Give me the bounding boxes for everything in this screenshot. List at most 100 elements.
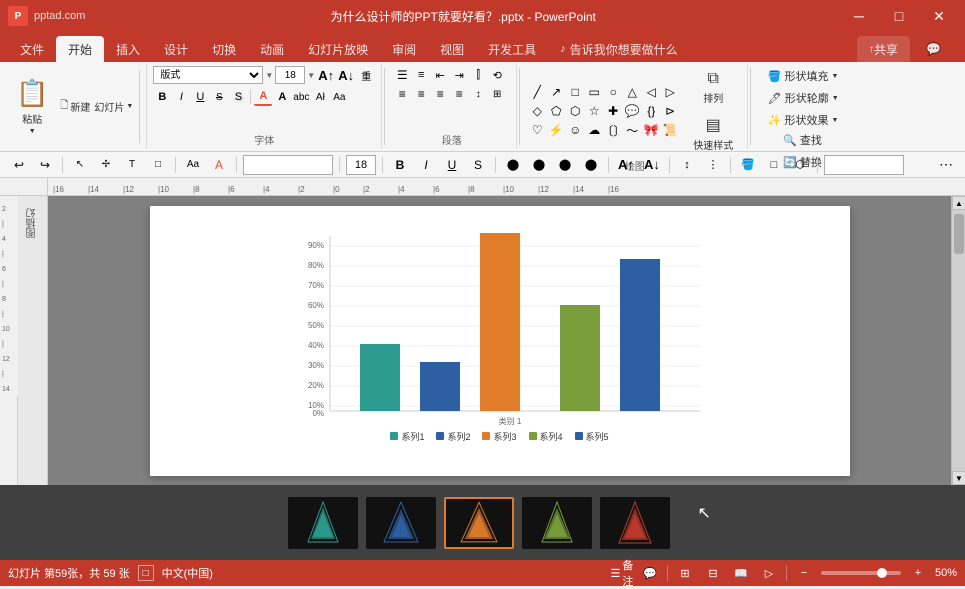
shape-diamond[interactable]: ◇ bbox=[528, 102, 546, 120]
decrease-font-button[interactable]: A↓ bbox=[337, 66, 355, 84]
scroll-track[interactable] bbox=[952, 210, 965, 471]
tab-tell-me[interactable]: ♪告诉我你想要做什么 bbox=[548, 36, 690, 62]
shape-ribbon[interactable]: 🎀 bbox=[642, 121, 660, 139]
columns-button[interactable]: ⫿ bbox=[469, 66, 487, 84]
zoom-slider[interactable] bbox=[821, 571, 901, 575]
thumbnail-2[interactable] bbox=[366, 497, 436, 549]
justify-toolbar-button[interactable]: ⬤ bbox=[580, 154, 602, 176]
aa-button[interactable]: Aa bbox=[330, 88, 348, 106]
vertical-scrollbar[interactable]: ▲ ▼ bbox=[951, 196, 965, 485]
shape-pentagon[interactable]: ⬠ bbox=[547, 102, 565, 120]
align-right-toolbar-button[interactable]: ⬤ bbox=[554, 154, 576, 176]
font-color-button[interactable]: A bbox=[254, 88, 272, 106]
shape-outline-button[interactable]: 🖊 形状轮廓 ▼ bbox=[762, 88, 845, 108]
shape-lightning[interactable]: ⚡ bbox=[547, 121, 565, 139]
scroll-thumb[interactable] bbox=[954, 214, 964, 254]
numbering-button[interactable]: ≡ bbox=[412, 66, 430, 84]
shape-hexagon[interactable]: ⬡ bbox=[566, 102, 584, 120]
increase-size-toolbar-button[interactable]: A↑ bbox=[615, 154, 637, 176]
paste-button[interactable]: 📋 粘贴 ▼ bbox=[8, 66, 56, 147]
cursor-button[interactable]: ↖ bbox=[69, 154, 91, 176]
font-name-select[interactable]: 版式 bbox=[153, 66, 263, 84]
line-spacing-button[interactable]: ↕ bbox=[469, 85, 487, 103]
shape-triangle[interactable]: △ bbox=[623, 83, 641, 101]
font-size-input[interactable] bbox=[275, 66, 305, 84]
spacing-button[interactable]: Ał bbox=[311, 88, 329, 106]
shape-more[interactable]: ▷ bbox=[661, 83, 679, 101]
notes-button[interactable]: ☰ 备注 bbox=[611, 562, 633, 584]
share-button[interactable]: ↑ 共享 bbox=[857, 36, 910, 62]
slide-canvas-area[interactable]: 90% 80% 70% 60% 50% 40% 30% 20% 10% 0% bbox=[48, 196, 951, 485]
reading-view-button[interactable]: 📖 bbox=[730, 562, 752, 584]
align-center-button[interactable]: ≡ bbox=[412, 85, 430, 103]
shape-rtriangle[interactable]: ◁ bbox=[642, 83, 660, 101]
strikethrough-button[interactable]: S bbox=[210, 88, 228, 106]
thumbnail-4[interactable] bbox=[522, 497, 592, 549]
shape-scroll[interactable]: 📜 bbox=[661, 121, 679, 139]
tab-view[interactable]: 视图 bbox=[428, 36, 476, 62]
shape-oval[interactable]: ○ bbox=[604, 83, 622, 101]
reset-font-button[interactable]: 重 bbox=[357, 66, 375, 84]
shape-smiley[interactable]: ☺ bbox=[566, 121, 584, 139]
align-left-toolbar-button[interactable]: ⬤ bbox=[502, 154, 524, 176]
normal-view-button[interactable]: ⊞ bbox=[674, 562, 696, 584]
maximize-button[interactable]: □ bbox=[881, 2, 917, 30]
underline-toolbar-button[interactable]: U bbox=[441, 154, 463, 176]
shape-line[interactable]: ╱ bbox=[528, 83, 546, 101]
shape-effects-toolbar-button[interactable]: ⬡ bbox=[789, 154, 811, 176]
highlight-color-button[interactable]: A bbox=[273, 88, 291, 106]
strikethrough2-button[interactable]: abc bbox=[292, 88, 310, 106]
tab-design[interactable]: 设计 bbox=[152, 36, 200, 62]
shape-effects-button[interactable]: ✨ 形状效果 ▼ bbox=[762, 110, 845, 130]
aa-toolbar-button[interactable]: Aa bbox=[182, 154, 204, 176]
redo-button[interactable]: ↪ bbox=[34, 154, 56, 176]
shape-outline-toolbar-button[interactable]: □ bbox=[763, 154, 785, 176]
shadow-button[interactable]: S bbox=[229, 88, 247, 106]
tab-transitions[interactable]: 切换 bbox=[200, 36, 248, 62]
shape-cross[interactable]: ✚ bbox=[604, 102, 622, 120]
comments-button[interactable]: 💬 bbox=[914, 36, 953, 62]
shape-rounded-rect[interactable]: ▭ bbox=[585, 83, 603, 101]
tab-home[interactable]: 开始 bbox=[56, 36, 104, 62]
tab-file[interactable]: 文件 bbox=[8, 36, 56, 62]
italic-button[interactable]: I bbox=[172, 88, 190, 106]
arrange-button[interactable]: ⧉ 排列 bbox=[695, 66, 731, 109]
bold-toolbar-button[interactable]: B bbox=[389, 154, 411, 176]
comments-status-button[interactable]: 💬 bbox=[639, 562, 661, 584]
align-right-button[interactable]: ≡ bbox=[431, 85, 449, 103]
undo-button[interactable]: ↩ bbox=[8, 154, 30, 176]
font-name-toolbar-input[interactable] bbox=[243, 155, 333, 175]
tab-insert[interactable]: 插入 bbox=[104, 36, 152, 62]
new-slide-button[interactable]: 🗋 新建 幻灯片 ▼ bbox=[56, 96, 137, 117]
scroll-up-button[interactable]: ▲ bbox=[952, 196, 965, 210]
tab-developer[interactable]: 开发工具 bbox=[476, 36, 548, 62]
shape-rect[interactable]: □ bbox=[566, 83, 584, 101]
shape-fill-toolbar-button[interactable]: 🪣 bbox=[737, 154, 759, 176]
shape-wave[interactable]: 〜 bbox=[623, 121, 641, 139]
quick-styles-button[interactable]: ▤ 快速样式 bbox=[685, 111, 741, 156]
underline-button[interactable]: U bbox=[191, 88, 209, 106]
justify-button[interactable]: ≡ bbox=[450, 85, 468, 103]
italic-toolbar-button[interactable]: I bbox=[415, 154, 437, 176]
shape-arrow[interactable]: ↗ bbox=[547, 83, 565, 101]
bullets-button[interactable]: ☰ bbox=[393, 66, 411, 84]
text-direction-button[interactable]: ⟲ bbox=[488, 66, 506, 84]
search-toolbar-input[interactable] bbox=[824, 155, 904, 175]
decrease-size-toolbar-button[interactable]: A↓ bbox=[641, 154, 663, 176]
tab-slideshow[interactable]: 幻灯片放映 bbox=[296, 36, 380, 62]
shapes-button[interactable]: □ bbox=[147, 154, 169, 176]
zoom-out-button[interactable]: − bbox=[793, 562, 815, 584]
shape-heart[interactable]: ♡ bbox=[528, 121, 546, 139]
slide-sorter-button[interactable]: ⊟ bbox=[702, 562, 724, 584]
shadow-toolbar-button[interactable]: S bbox=[467, 154, 489, 176]
close-button[interactable]: ✕ bbox=[921, 2, 957, 30]
shape-callout[interactable]: 💬 bbox=[623, 102, 641, 120]
scroll-down-button[interactable]: ▼ bbox=[952, 471, 965, 485]
slide-show-button[interactable]: ▷ bbox=[758, 562, 780, 584]
pointer-button[interactable]: ✢ bbox=[95, 154, 117, 176]
shape-star[interactable]: ☆ bbox=[585, 102, 603, 120]
align-left-button[interactable]: ≡ bbox=[393, 85, 411, 103]
find-button[interactable]: 🔍 查找 bbox=[777, 130, 833, 150]
align-center-toolbar-button[interactable]: ⬤ bbox=[528, 154, 550, 176]
bold-button[interactable]: B bbox=[153, 88, 171, 106]
